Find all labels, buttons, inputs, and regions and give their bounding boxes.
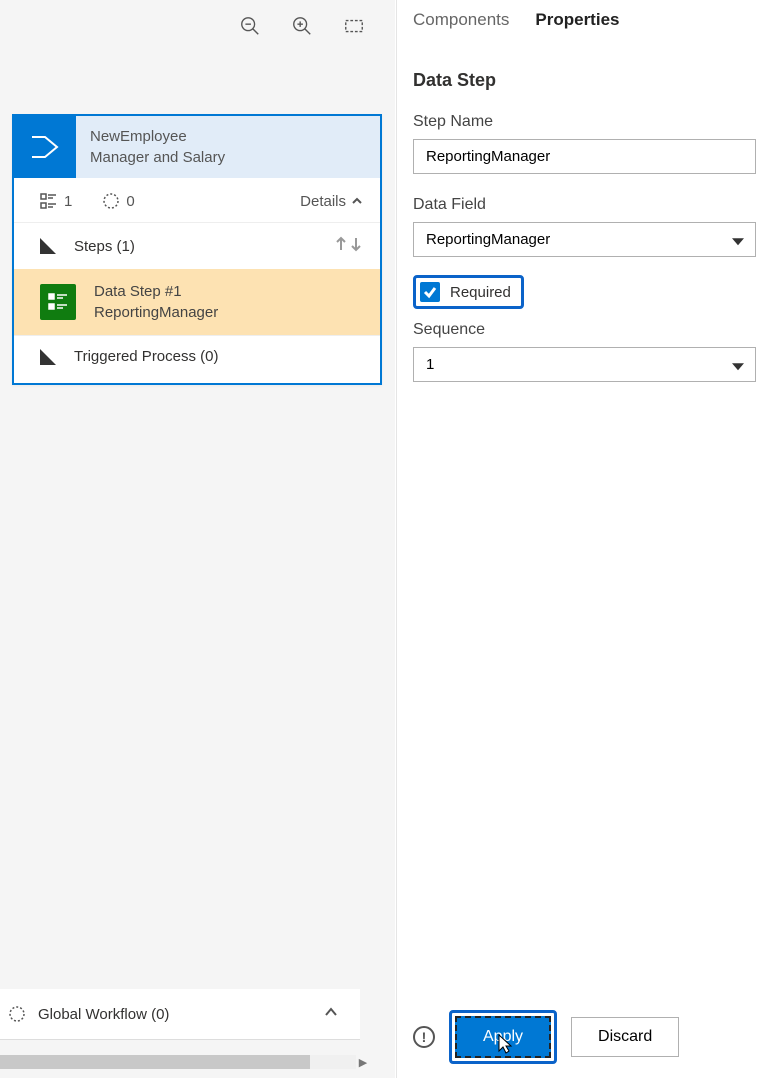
- zoom-in-icon[interactable]: [291, 15, 313, 41]
- triangle-icon: [40, 349, 56, 365]
- sequence-label: Sequence: [413, 321, 756, 339]
- stage-card[interactable]: NewEmployee Manager and Salary 1 0 Detai…: [12, 114, 382, 385]
- stage-meta-workflow-count: 0: [102, 192, 134, 210]
- step-title: Data Step #1: [94, 281, 218, 302]
- required-checkbox[interactable]: [420, 282, 440, 302]
- apply-button[interactable]: Apply: [455, 1016, 551, 1058]
- data-step-row[interactable]: Data Step #1 ReportingManager: [14, 269, 380, 335]
- data-step-icon: [40, 284, 76, 320]
- fit-screen-icon[interactable]: [343, 15, 365, 41]
- properties-panel: Components Properties Data Step Step Nam…: [396, 0, 772, 1078]
- data-field-select[interactable]: ReportingManager: [413, 222, 756, 257]
- triggered-process-row[interactable]: Triggered Process (0): [14, 335, 380, 383]
- stage-meta-steps-count: 1: [40, 192, 72, 210]
- stage-title: NewEmployee Manager and Salary: [76, 116, 239, 178]
- section-title: Data Step: [413, 70, 756, 91]
- workflow-circle-icon: [8, 1005, 26, 1023]
- sequence-select[interactable]: 1: [413, 347, 756, 382]
- steps-label: Steps (1): [74, 238, 135, 255]
- global-workflow-label: Global Workflow (0): [38, 1006, 169, 1023]
- tab-properties[interactable]: Properties: [535, 10, 619, 36]
- horizontal-scrollbar[interactable]: ▶: [0, 1054, 370, 1070]
- data-field-label: Data Field: [413, 196, 756, 214]
- step-name-label: Step Name: [413, 113, 756, 131]
- global-workflow-bar[interactable]: Global Workflow (0): [0, 989, 360, 1040]
- stage-card-header[interactable]: NewEmployee Manager and Salary: [14, 116, 380, 178]
- info-icon[interactable]: !: [413, 1026, 435, 1048]
- triangle-icon: [40, 238, 56, 254]
- stage-chevron-icon: [14, 116, 76, 178]
- discard-button[interactable]: Discard: [571, 1017, 679, 1057]
- steps-header-row[interactable]: Steps (1): [14, 222, 380, 269]
- scroll-right-icon[interactable]: ▶: [356, 1056, 370, 1069]
- zoom-out-icon[interactable]: [239, 15, 261, 41]
- required-checkbox-row[interactable]: Required: [413, 275, 524, 309]
- reorder-arrows-icon[interactable]: [334, 235, 364, 257]
- required-label: Required: [450, 284, 511, 301]
- triggered-process-label: Triggered Process (0): [74, 348, 219, 365]
- step-subtitle: ReportingManager: [94, 302, 218, 323]
- tab-components[interactable]: Components: [413, 10, 509, 36]
- step-name-input[interactable]: [413, 139, 756, 174]
- details-toggle[interactable]: Details: [300, 193, 364, 210]
- chevron-up-icon[interactable]: [322, 1003, 340, 1025]
